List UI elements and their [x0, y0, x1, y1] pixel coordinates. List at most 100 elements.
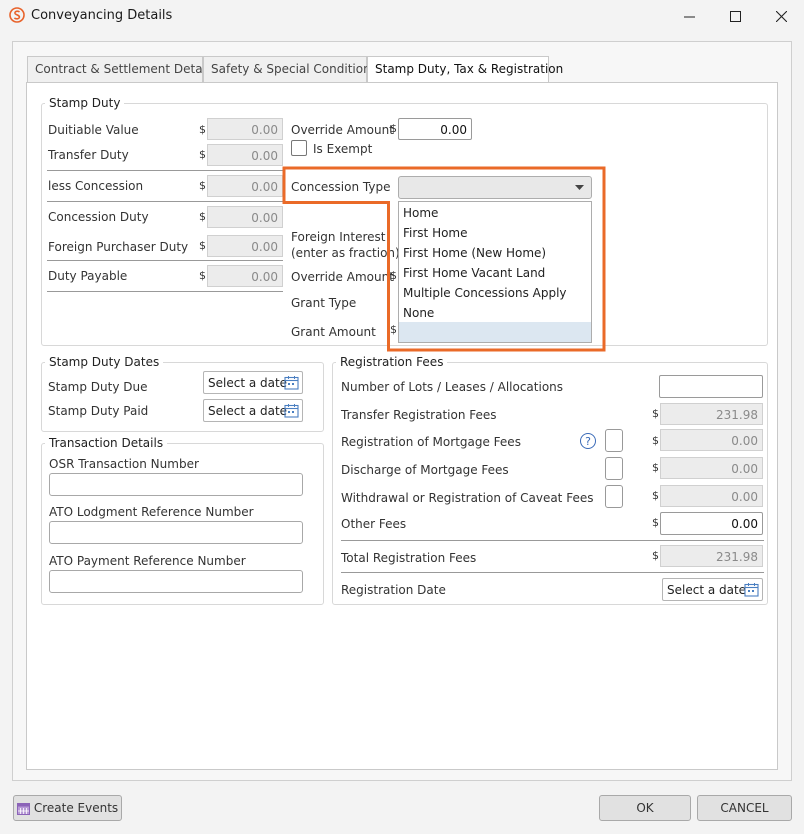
currency-symbol: $: [199, 179, 206, 192]
discharge-fees-checkbox[interactable]: [605, 457, 623, 480]
help-glyph: ?: [585, 434, 591, 448]
date-placeholder: Select a date: [208, 404, 288, 418]
is-exempt-checkbox[interactable]: [291, 140, 307, 156]
currency-symbol: $: [652, 549, 659, 562]
currency-symbol: $: [199, 148, 206, 161]
date-placeholder: Select a date: [208, 376, 288, 390]
is-exempt-label: Is Exempt: [313, 142, 373, 156]
create-events-button[interactable]: Create Events: [13, 795, 122, 821]
maximize-button[interactable]: [712, 0, 758, 32]
currency-symbol: $: [199, 269, 206, 282]
ato-payment-reference-label: ATO Payment Reference Number: [49, 554, 246, 568]
total-registration-fees-label: Total Registration Fees: [341, 551, 477, 565]
calendar-icon[interactable]: [284, 375, 299, 390]
registration-date-picker[interactable]: Select a date: [662, 578, 763, 601]
currency-symbol: $: [652, 489, 659, 502]
highlight-annotation: [282, 166, 606, 352]
divider: [47, 201, 283, 202]
currency-symbol: $: [390, 122, 397, 135]
caveat-fees-field[interactable]: 0.00: [660, 485, 763, 507]
title-bar: Conveyancing Details: [0, 0, 804, 32]
number-of-lots-input[interactable]: [659, 375, 763, 398]
transfer-duty-label: Transfer Duty: [48, 148, 129, 162]
calendar-icon[interactable]: [744, 582, 759, 597]
close-icon: [775, 10, 787, 22]
tab-label: Stamp Duty, Tax & Registration: [375, 62, 564, 76]
osr-transaction-number-label: OSR Transaction Number: [49, 457, 199, 471]
tab-stamp-duty-tax-registration[interactable]: Stamp Duty, Tax & Registration: [367, 56, 563, 83]
mortgage-registration-fees-field[interactable]: 0.00: [660, 429, 763, 451]
stamp-duty-paid-label: Stamp Duty Paid: [48, 404, 149, 418]
concession-duty-label: Concession Duty: [48, 210, 149, 224]
currency-symbol: $: [652, 407, 659, 420]
foreign-purchaser-duty-label: Foreign Purchaser Duty: [48, 240, 189, 254]
mortgage-fees-checkbox[interactable]: [605, 429, 623, 452]
ok-label: OK: [636, 801, 654, 815]
ato-lodgment-reference-input[interactable]: [49, 521, 303, 544]
ok-button[interactable]: OK: [599, 795, 691, 821]
less-concession-label: less Concession: [48, 179, 144, 193]
currency-symbol: $: [199, 123, 206, 136]
close-button[interactable]: [758, 0, 804, 32]
date-placeholder: Select a date: [667, 583, 747, 597]
currency-symbol: $: [652, 434, 659, 447]
help-icon[interactable]: ?: [580, 433, 596, 449]
mortgage-registration-fees-label: Registration of Mortgage Fees: [341, 435, 521, 449]
stamp-duty-due-label: Stamp Duty Due: [48, 380, 148, 394]
total-registration-fees-field[interactable]: 231.98: [660, 545, 763, 567]
currency-symbol: $: [199, 210, 206, 223]
dutiable-value-field[interactable]: 0.00: [207, 118, 283, 140]
caveat-fees-checkbox[interactable]: [605, 485, 623, 508]
divider: [341, 572, 764, 573]
tab-label: Safety & Special Conditions: [211, 62, 377, 76]
transaction-details-title: Transaction Details: [45, 436, 168, 450]
divider: [47, 291, 283, 292]
minimize-button[interactable]: [666, 0, 712, 32]
divider: [341, 540, 764, 541]
less-concession-field[interactable]: 0.00: [207, 175, 283, 197]
calendar-icon: [16, 802, 30, 815]
number-of-lots-label: Number of Lots / Leases / Allocations: [341, 380, 564, 394]
cancel-label: CANCEL: [720, 801, 769, 815]
duty-payable-label: Duty Payable: [48, 269, 128, 283]
app-logo-icon: [9, 7, 25, 23]
stamp-duty-title: Stamp Duty: [45, 96, 125, 110]
currency-symbol: $: [652, 516, 659, 529]
concession-duty-field[interactable]: 0.00: [207, 206, 283, 228]
foreign-purchaser-duty-field[interactable]: 0.00: [207, 235, 283, 257]
stamp-duty-due-date-picker[interactable]: Select a date: [203, 371, 303, 394]
currency-symbol: $: [199, 239, 206, 252]
transfer-registration-fees-field[interactable]: 231.98: [660, 403, 763, 425]
registration-fees-title: Registration Fees: [336, 355, 448, 369]
divider: [47, 170, 283, 171]
transfer-duty-field[interactable]: 0.00: [207, 144, 283, 166]
discharge-mortgage-fees-label: Discharge of Mortgage Fees: [341, 463, 509, 477]
caveat-fees-label: Withdrawal or Registration of Caveat Fee…: [341, 491, 594, 505]
calendar-icon[interactable]: [284, 403, 299, 418]
ato-payment-reference-input[interactable]: [49, 570, 303, 593]
other-fees-input[interactable]: 0.00: [660, 512, 763, 535]
registration-fees-group: [332, 362, 768, 605]
maximize-icon: [729, 10, 741, 22]
currency-symbol: $: [652, 461, 659, 474]
discharge-mortgage-fees-field[interactable]: 0.00: [660, 457, 763, 479]
stamp-duty-paid-date-picker[interactable]: Select a date: [203, 399, 303, 422]
create-events-label: Create Events: [33, 801, 119, 815]
dutiable-value-label: Duitiable Value: [48, 123, 139, 137]
window-title: Conveyancing Details: [31, 8, 173, 23]
override-amount-input[interactable]: 0.00: [398, 118, 472, 140]
other-fees-label: Other Fees: [341, 517, 407, 531]
transfer-registration-fees-label: Transfer Registration Fees: [341, 408, 497, 422]
duty-payable-field[interactable]: 0.00: [207, 265, 283, 287]
tab-safety-special-conditions[interactable]: Safety & Special Conditions: [203, 56, 377, 82]
override-amount-label: Override Amount: [291, 123, 394, 137]
divider: [47, 260, 283, 261]
ato-lodgment-reference-label: ATO Lodgment Reference Number: [49, 505, 254, 519]
osr-transaction-number-input[interactable]: [49, 473, 303, 496]
registration-date-label: Registration Date: [341, 583, 446, 597]
minimize-icon: [683, 16, 695, 17]
tab-label: Contract & Settlement Details: [35, 62, 216, 76]
stamp-duty-dates-title: Stamp Duty Dates: [45, 355, 164, 369]
tab-contract-settlement[interactable]: Contract & Settlement Details: [27, 56, 216, 82]
cancel-button[interactable]: CANCEL: [697, 795, 792, 821]
